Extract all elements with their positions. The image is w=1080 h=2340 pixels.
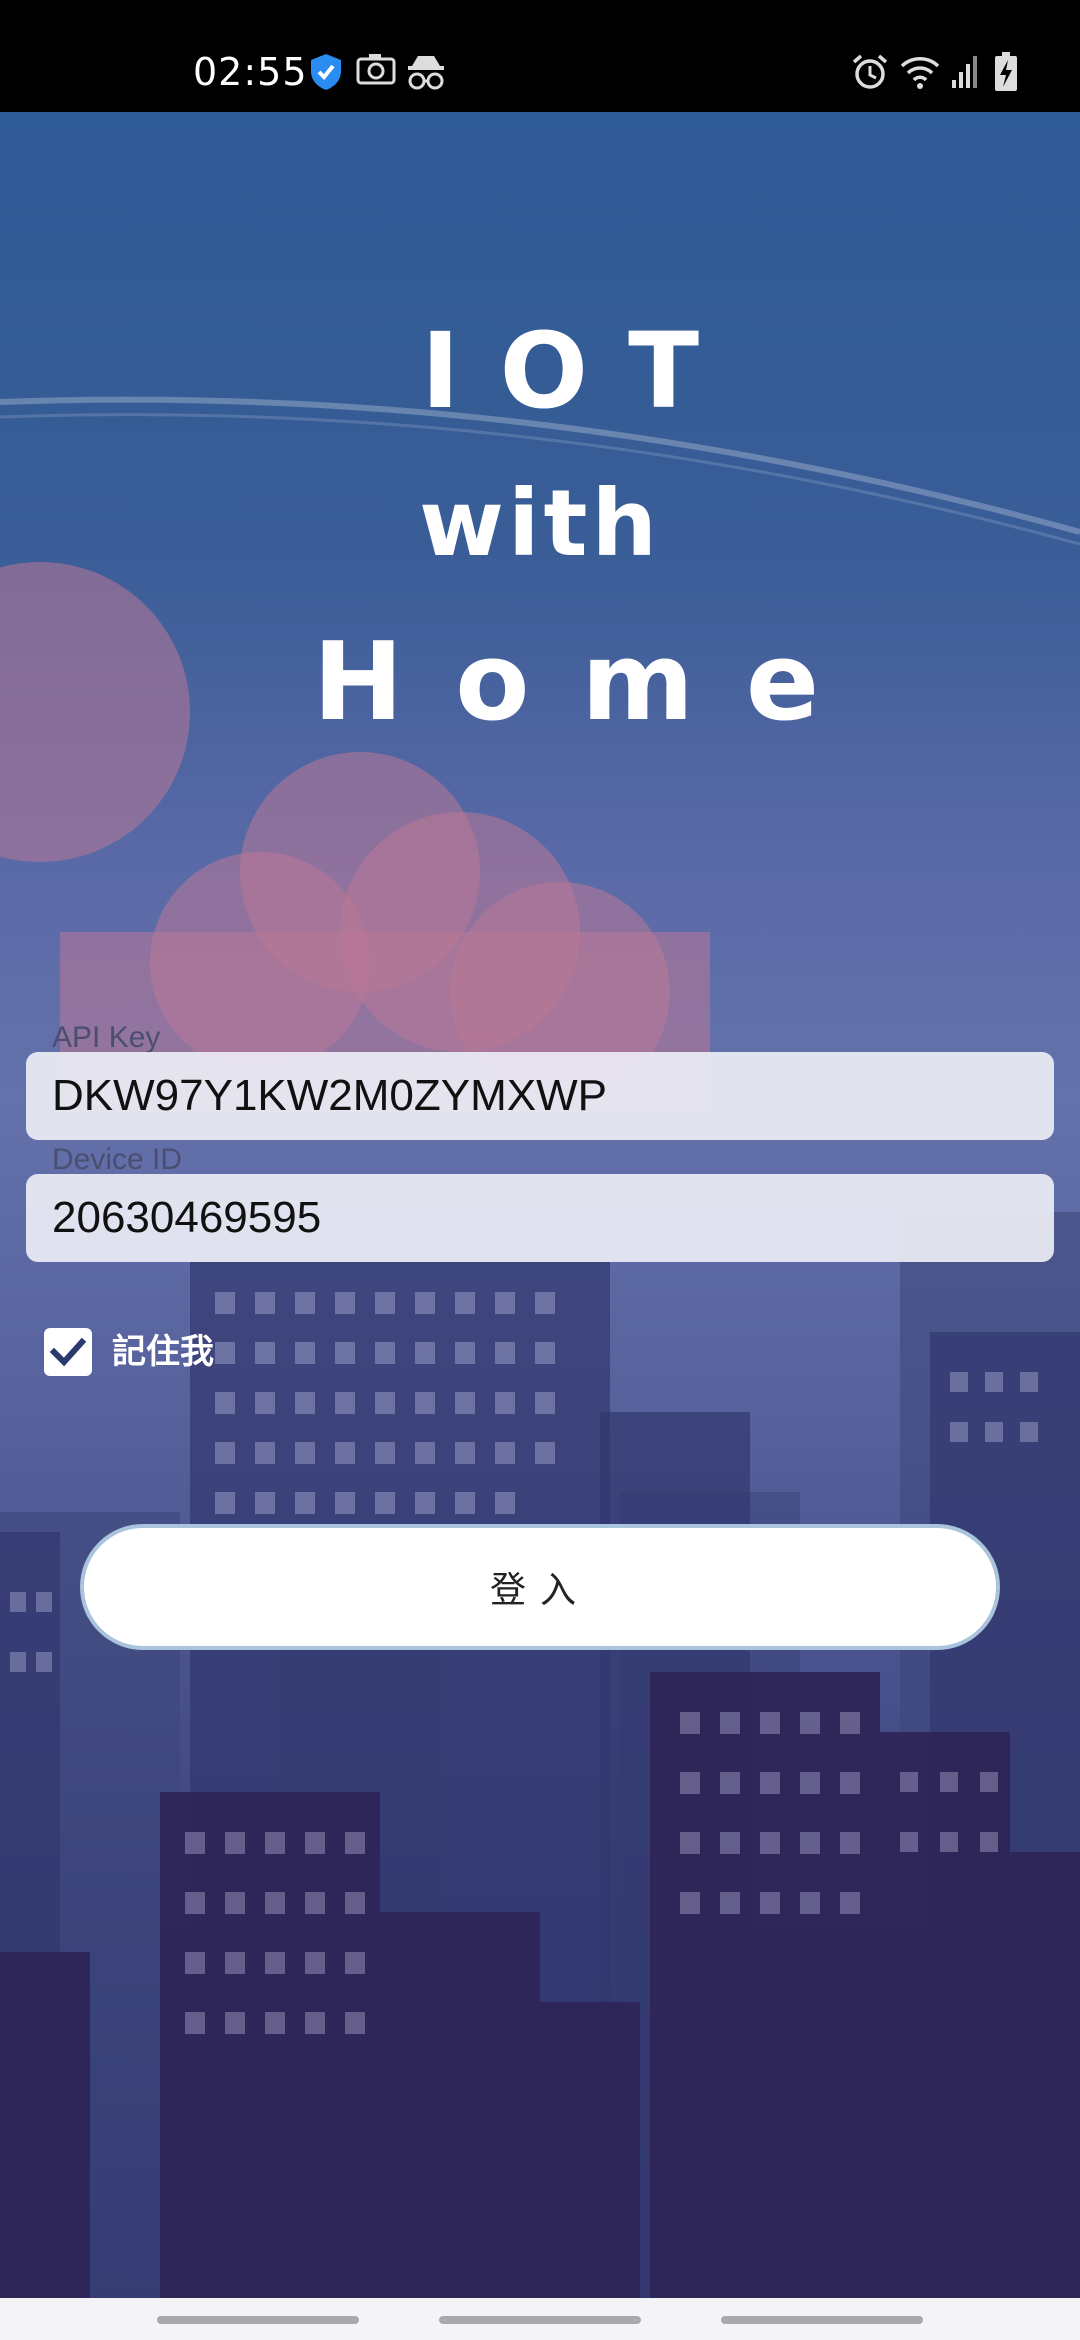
check-icon (49, 1337, 87, 1367)
signal-icon (950, 52, 980, 94)
login-button[interactable]: 登入 (80, 1524, 1000, 1650)
app-title-line1: IOT (420, 310, 740, 432)
incognito-icon (406, 52, 446, 96)
status-time: 02:55 (193, 50, 308, 94)
remember-me-checkbox[interactable] (44, 1328, 92, 1376)
nav-home-pill[interactable] (439, 2316, 641, 2324)
app-title-line3: Home (312, 620, 872, 745)
api-key-input[interactable] (26, 1052, 1054, 1140)
shield-check-icon (308, 52, 344, 96)
battery-charging-icon (994, 52, 1018, 96)
remember-me-label[interactable]: 記住我 (112, 1328, 214, 1376)
app-title-line2: with (418, 470, 661, 577)
device-id-input[interactable] (26, 1174, 1054, 1262)
wifi-icon (898, 52, 942, 96)
nav-back-pill[interactable] (721, 2316, 923, 2324)
api-key-label: API Key (52, 1021, 161, 1054)
status-bar: 02:55 (0, 0, 1080, 112)
navigation-bar (0, 2298, 1080, 2340)
device-id-label: Device ID (52, 1143, 183, 1176)
camera-icon (356, 52, 396, 90)
alarm-icon (850, 52, 890, 96)
nav-recents-pill[interactable] (157, 2316, 359, 2324)
